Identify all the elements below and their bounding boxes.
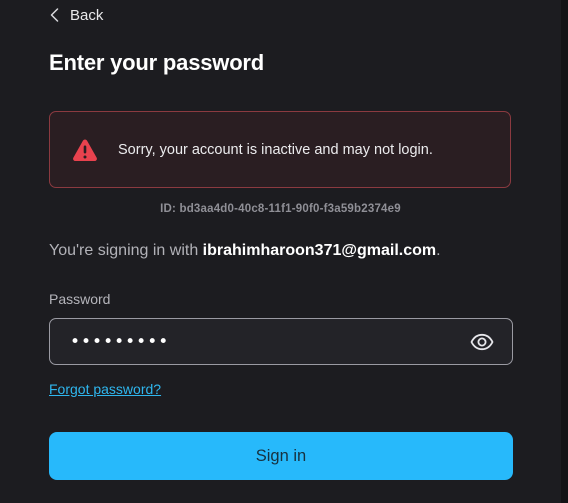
- password-field: [49, 318, 513, 365]
- password-label: Password: [49, 291, 111, 307]
- eye-icon[interactable]: [470, 330, 494, 354]
- page-title: Enter your password: [49, 50, 265, 75]
- forgot-password-link[interactable]: Forgot password?: [49, 381, 161, 397]
- back-button[interactable]: Back: [50, 4, 103, 26]
- signing-in-prefix: You're signing in with: [49, 242, 203, 259]
- password-input[interactable]: [50, 319, 470, 364]
- back-label: Back: [70, 6, 104, 24]
- signing-in-suffix: .: [436, 242, 441, 259]
- window-edge: [561, 0, 568, 503]
- sign-in-button[interactable]: Sign in: [49, 432, 513, 480]
- login-panel: Back Enter your password Sorry, your acc…: [0, 0, 562, 503]
- error-alert: Sorry, your account is inactive and may …: [49, 111, 511, 188]
- error-message: Sorry, your account is inactive and may …: [118, 141, 433, 158]
- error-id: ID: bd3aa4d0-40c8-11f1-90f0-f3a59b2374e9: [160, 203, 401, 215]
- signing-in-notice: You're signing in with ibrahimharoon371@…: [49, 242, 441, 260]
- chevron-left-icon: [50, 8, 59, 22]
- warning-triangle-icon: [73, 139, 97, 161]
- account-email: ibrahimharoon371@gmail.com: [202, 242, 437, 259]
